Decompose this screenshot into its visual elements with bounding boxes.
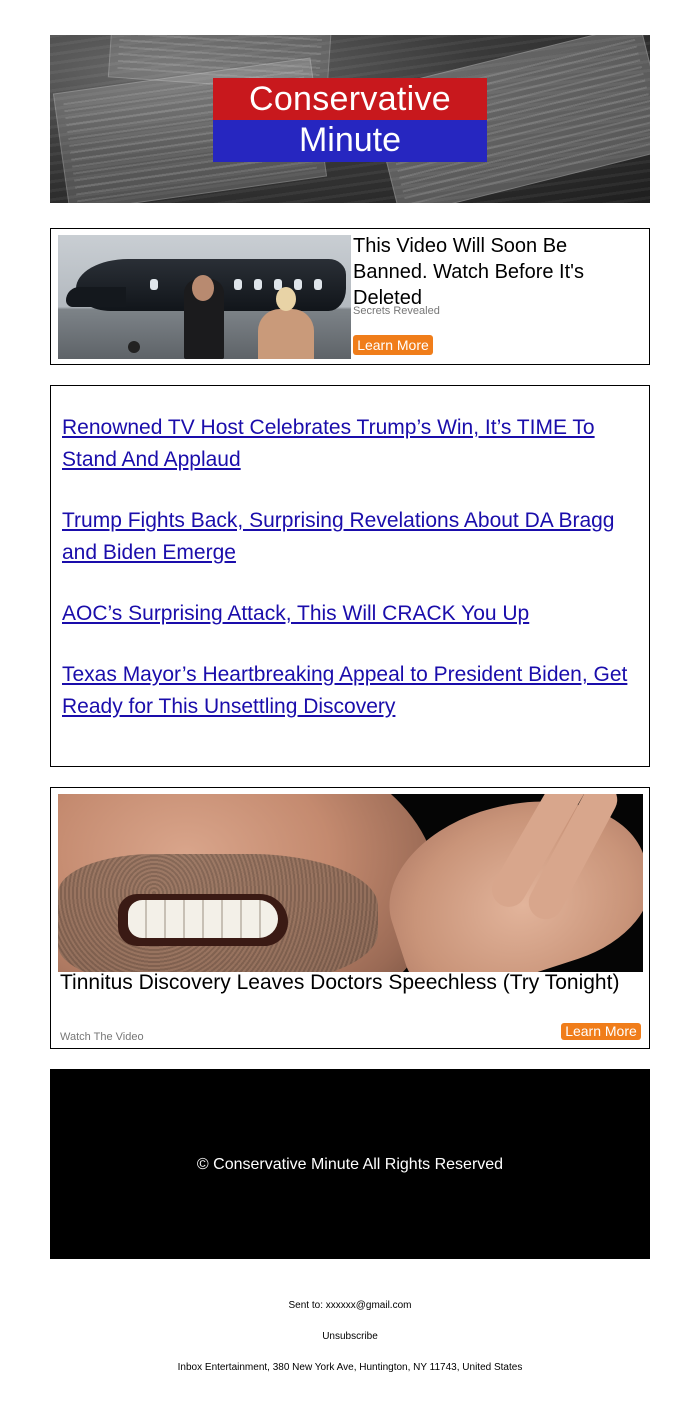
- footer-block: © Conservative Minute All Rights Reserve…: [50, 1069, 650, 1259]
- header-banner: Conservative Minute: [50, 35, 650, 203]
- ad-sponsor: Secrets Revealed: [353, 305, 440, 317]
- article-link[interactable]: Renowned TV Host Celebrates Trump’s Win,…: [62, 412, 642, 475]
- ad-image-grimacing-man[interactable]: [58, 794, 643, 972]
- unsubscribe-link[interactable]: Unsubscribe: [322, 1331, 378, 1342]
- unsubscribe-row: Unsubscribe: [0, 1330, 700, 1343]
- ad-headline[interactable]: Tinnitus Discovery Leaves Doctors Speech…: [60, 970, 640, 996]
- copyright-text: © Conservative Minute All Rights Reserve…: [196, 1156, 504, 1173]
- ad-image-private-jet[interactable]: [58, 235, 351, 359]
- ad-headline[interactable]: This Video Will Soon Be Banned. Watch Be…: [353, 233, 643, 311]
- sender-address: Inbox Entertainment, 380 New York Ave, H…: [177, 1362, 523, 1373]
- logo-line-1: Conservative: [213, 78, 487, 120]
- learn-more-button[interactable]: Learn More: [353, 335, 433, 355]
- article-link[interactable]: Trump Fights Back, Surprising Revelation…: [62, 505, 642, 568]
- ad-sponsor: Watch The Video: [60, 1031, 144, 1043]
- article-links-list: Renowned TV Host Celebrates Trump’s Win,…: [50, 385, 650, 767]
- sent-to-text: Sent to: xxxxxx@gmail.com: [288, 1300, 412, 1311]
- site-logo[interactable]: Conservative Minute: [213, 78, 487, 162]
- logo-line-2: Minute: [213, 120, 487, 162]
- sponsored-ad-top[interactable]: This Video Will Soon Be Banned. Watch Be…: [50, 228, 650, 365]
- sponsored-ad-bottom[interactable]: Tinnitus Discovery Leaves Doctors Speech…: [50, 787, 650, 1049]
- article-link[interactable]: Texas Mayor’s Heartbreaking Appeal to Pr…: [62, 659, 642, 722]
- learn-more-button[interactable]: Learn More: [561, 1023, 641, 1040]
- article-link[interactable]: AOC’s Surprising Attack, This Will CRACK…: [62, 598, 642, 630]
